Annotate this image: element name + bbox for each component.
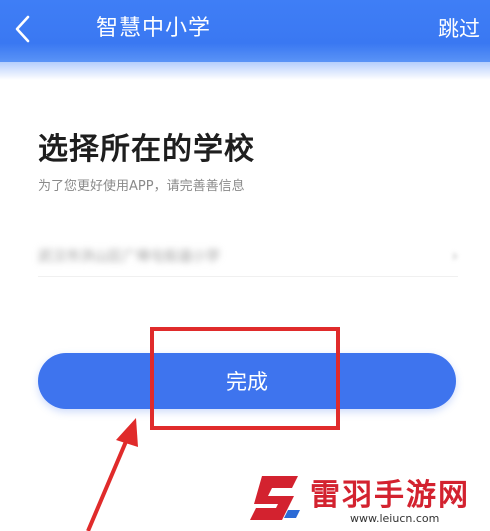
- watermark-name: 雷羽手游网: [310, 478, 470, 513]
- annotation-arrow-head: [116, 418, 138, 447]
- annotation-arrow: [86, 418, 138, 531]
- brand-logo-icon: [250, 476, 300, 520]
- watermark-url: www.leiucn.com: [350, 512, 440, 525]
- annotation-arrow-shaft: [86, 431, 132, 531]
- watermark: 雷羽手游网 www.leiucn.com: [248, 462, 490, 531]
